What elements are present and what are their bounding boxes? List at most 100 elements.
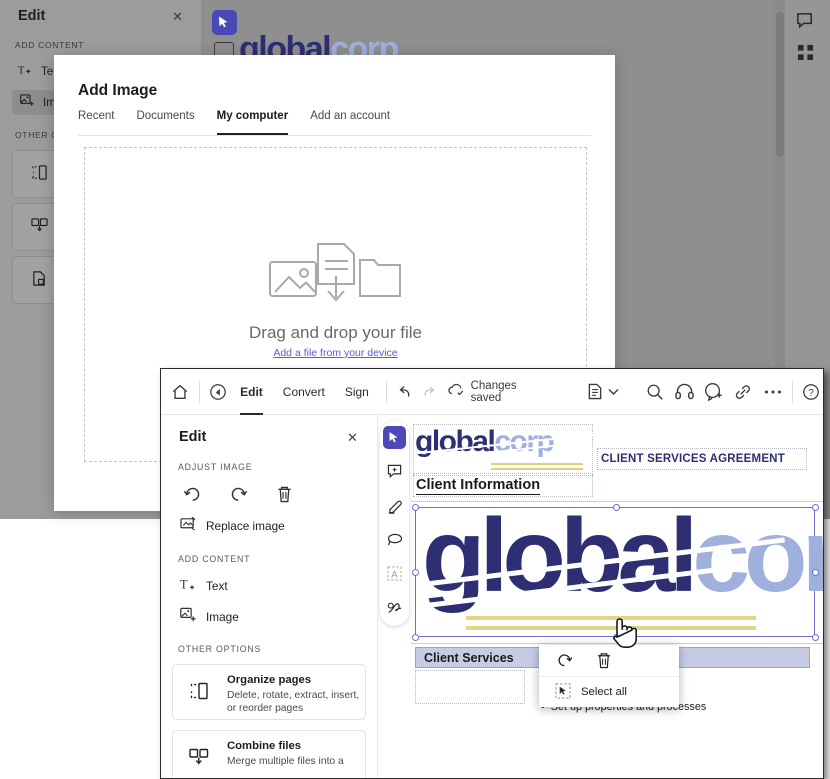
add-image-button[interactable]: Image xyxy=(180,607,239,626)
highlight-tool[interactable] xyxy=(383,494,406,517)
resize-handle-e[interactable] xyxy=(812,569,819,576)
resize-handle-nw[interactable] xyxy=(412,504,419,511)
replace-image-label: Replace image xyxy=(206,518,285,533)
logo-bar-2 xyxy=(491,468,583,470)
compress-file-icon xyxy=(31,270,48,292)
close-icon[interactable]: ✕ xyxy=(172,9,183,25)
save-status-label: Changes saved xyxy=(470,379,517,404)
card-combine-files-title: Combine files xyxy=(227,740,302,752)
card-organize-pages-desc: Delete, rotate, extract, insert, or reor… xyxy=(227,690,360,714)
link-icon[interactable] xyxy=(732,376,756,408)
toolbar-divider-3 xyxy=(791,380,793,403)
background-panel-title: Edit xyxy=(18,8,46,24)
dropzone-content: Drag and drop your file Add a file from … xyxy=(85,236,586,359)
add-file-link[interactable]: Add a file from your device xyxy=(85,347,586,359)
select-all-label: Select all xyxy=(581,686,627,698)
redo-icon[interactable] xyxy=(417,376,441,408)
select-all-icon xyxy=(555,682,571,702)
background-item-text[interactable]: T Te xyxy=(18,63,53,81)
home-icon[interactable] xyxy=(168,376,192,408)
sign-tool[interactable] xyxy=(383,596,406,619)
more-options-icon[interactable] xyxy=(761,376,785,408)
combine-files-icon xyxy=(31,217,48,239)
section-adjust-image: ADJUST IMAGE xyxy=(178,462,253,472)
background-scrollbar-thumb[interactable] xyxy=(776,12,784,157)
tab-my-computer[interactable]: My computer xyxy=(216,110,289,135)
rotate-left-icon[interactable] xyxy=(181,483,203,505)
tab-recent[interactable]: Recent xyxy=(78,110,114,135)
svg-text:?: ? xyxy=(809,388,815,399)
delete-icon[interactable] xyxy=(273,483,295,505)
background-section-add-content: ADD CONTENT xyxy=(15,40,85,50)
add-image-label: Image xyxy=(206,609,239,624)
edit-panel-title: Edit xyxy=(179,429,207,445)
comment-icon[interactable] xyxy=(796,12,815,36)
cloud-check-icon xyxy=(447,382,465,401)
section-add-content: ADD CONTENT xyxy=(178,554,251,564)
dropzone-illustration xyxy=(268,243,401,302)
add-text-label: Text xyxy=(206,579,228,593)
pdf-page: globalcorp CLIENT SERVICES AGREEMENT Cli… xyxy=(411,415,823,778)
replace-image-icon xyxy=(180,516,197,535)
table-header-label: Client Services xyxy=(424,651,514,665)
svg-text:A: A xyxy=(391,569,398,579)
draw-lasso-tool[interactable] xyxy=(383,528,406,551)
chevron-down-icon[interactable] xyxy=(606,376,621,408)
context-menu-select-all[interactable]: Select all xyxy=(539,677,679,707)
comment-tool[interactable] xyxy=(383,460,406,483)
resize-handle-w[interactable] xyxy=(412,569,419,576)
hand-pointer-cursor xyxy=(609,613,639,656)
logo-bar-1 xyxy=(491,463,583,465)
add-comment-icon[interactable] xyxy=(702,376,726,408)
save-status: Changes saved xyxy=(447,380,523,404)
close-icon[interactable]: ✕ xyxy=(347,430,358,446)
help-icon[interactable]: ? xyxy=(800,376,824,408)
background-item-text-label: Te xyxy=(41,66,54,78)
card-combine-files[interactable]: Combine files Merge multiple files into … xyxy=(172,730,366,778)
menu-sign[interactable]: Sign xyxy=(335,369,379,415)
edit-panel: Edit ✕ ADJUST IMAGE Replace image ADD CO… xyxy=(161,415,378,778)
menu-convert[interactable]: Convert xyxy=(273,369,335,415)
dropzone-title: Drag and drop your file xyxy=(249,323,422,342)
circle-back-icon[interactable] xyxy=(207,376,231,408)
resize-handle-se[interactable] xyxy=(812,634,819,641)
organize-pages-icon xyxy=(189,681,209,706)
tab-documents[interactable]: Documents xyxy=(136,110,194,135)
annotation-toolbar: A xyxy=(380,421,409,626)
apps-grid-icon[interactable] xyxy=(797,44,814,66)
select-tool[interactable] xyxy=(383,426,406,449)
dialog-tabs: Recent Documents My computer Add an acco… xyxy=(78,110,591,136)
card-organize-pages[interactable]: Organize pages Delete, rotate, extract, … xyxy=(172,664,366,720)
window-body: Edit ✕ ADJUST IMAGE Replace image ADD CO… xyxy=(161,415,823,778)
svg-text:T: T xyxy=(18,65,25,76)
add-image-icon xyxy=(20,94,35,111)
resize-handle-n[interactable] xyxy=(613,504,620,511)
combine-files-icon xyxy=(189,747,209,772)
dialog-title: Add Image xyxy=(78,82,158,99)
background-section-other-options: OTHER O xyxy=(15,130,59,140)
search-icon[interactable] xyxy=(643,376,667,408)
resize-handle-ne[interactable] xyxy=(812,504,819,511)
front-window: Edit Convert Sign Changes saved ? Edit ✕… xyxy=(160,368,824,779)
rotate-right-icon[interactable] xyxy=(555,652,573,670)
app-toolbar: Edit Convert Sign Changes saved ? xyxy=(161,369,823,415)
tab-add-an-account[interactable]: Add an account xyxy=(310,110,390,135)
card-organize-pages-title: Organize pages xyxy=(227,674,312,686)
rotate-right-icon[interactable] xyxy=(227,483,249,505)
text-select-tool[interactable]: A xyxy=(383,562,406,585)
menu-edit[interactable]: Edit xyxy=(230,369,273,415)
background-select-tool[interactable] xyxy=(212,10,237,35)
read-aloud-icon[interactable] xyxy=(673,376,697,408)
resize-handle-sw[interactable] xyxy=(412,634,419,641)
add-text-button[interactable]: T Text xyxy=(180,576,228,596)
document-viewer: A globalcorp CLIENT SER xyxy=(378,415,823,778)
agreement-title: CLIENT SERVICES AGREEMENT xyxy=(601,453,785,465)
client-information-heading: Client Information xyxy=(416,477,541,495)
selected-image-logo: globalcorp xyxy=(422,504,823,608)
card-combine-files-desc: Merge multiple files into a xyxy=(227,756,344,767)
page-thumbnails-icon[interactable] xyxy=(583,376,607,408)
undo-icon[interactable] xyxy=(394,376,418,408)
replace-image-button[interactable]: Replace image xyxy=(180,516,285,535)
add-image-icon xyxy=(180,607,197,626)
adjust-image-actions xyxy=(181,483,295,505)
